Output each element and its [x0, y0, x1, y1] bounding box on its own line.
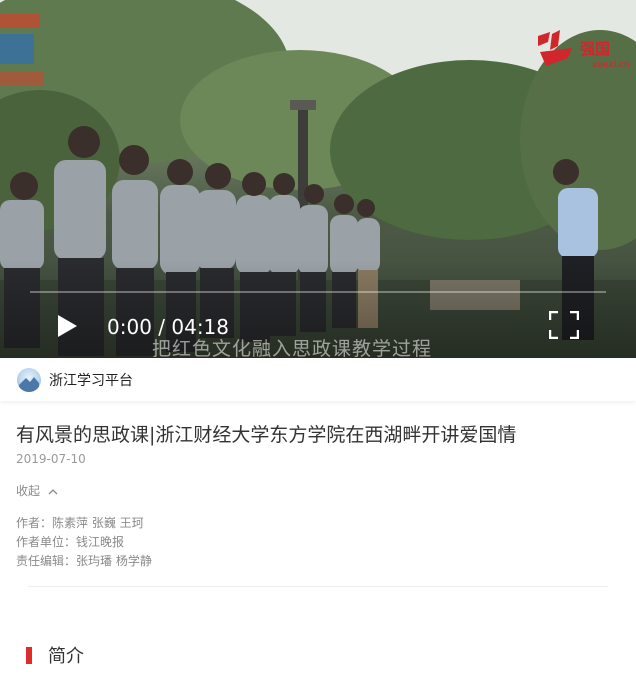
xuexi-watermark: 强国 xuexi.cn: [534, 26, 630, 72]
time-display: 0:00 / 04:18: [107, 315, 230, 339]
divider: [28, 586, 608, 587]
collapse-label: 收起: [16, 484, 41, 498]
channel-logo-icon: [0, 14, 44, 86]
watermark-domain: xuexi.cn: [592, 60, 630, 70]
channel-avatar-icon[interactable]: [17, 367, 41, 392]
collapse-toggle[interactable]: 收起: [16, 482, 58, 499]
play-icon[interactable]: [56, 314, 78, 338]
channel-name[interactable]: 浙江学习平台: [49, 370, 133, 390]
article-date: 2019-07-10: [16, 452, 86, 466]
video-player[interactable]: 强国 xuexi.cn 把红色文化融入思政课教学过程 0:00 / 04:18: [0, 0, 636, 358]
xuexi-logo-icon: [538, 30, 572, 66]
intro-heading: 简介: [48, 646, 84, 667]
channel-bar: 浙江学习平台: [0, 358, 636, 401]
editor-line: 责任编辑：张玙璠 杨学静: [16, 554, 152, 568]
fullscreen-icon[interactable]: [549, 311, 579, 339]
section-marker: [26, 646, 32, 664]
article-title: 有风景的思政课|浙江财经大学东方学院在西湖畔开讲爱国情: [16, 424, 517, 446]
chevron-up-icon: [48, 489, 58, 495]
progress-bar[interactable]: [30, 291, 606, 293]
author-org-line: 作者单位：钱江晚报: [16, 535, 125, 549]
watermark-brand: 强国: [580, 40, 611, 58]
intro-section-header: 简介: [26, 642, 84, 668]
author-line: 作者：陈素萍 张巍 王珂: [16, 516, 144, 530]
